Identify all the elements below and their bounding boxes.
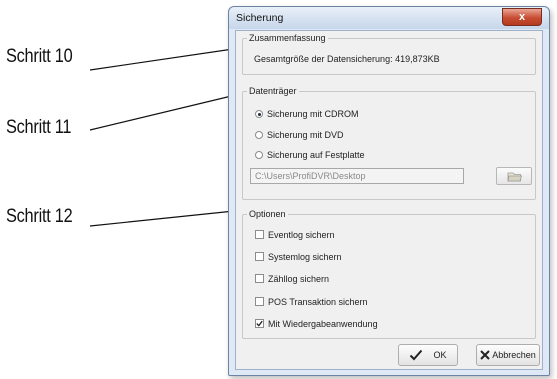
radio-cdrom[interactable] xyxy=(255,110,263,118)
dialog-content: Zusammenfassung Gesamtgröße der Datensic… xyxy=(235,30,543,370)
checkbox-pos-transaction[interactable] xyxy=(255,297,264,306)
browse-folder-button[interactable] xyxy=(496,167,532,185)
dialog-title: Sicherung xyxy=(236,12,284,24)
options-legend: Optionen xyxy=(249,209,286,219)
media-legend: Datenträger xyxy=(249,86,297,96)
ok-button[interactable]: OK xyxy=(398,344,458,366)
cancel-button-label: Abbrechen xyxy=(492,350,536,360)
title-bar: Sicherung x xyxy=(229,7,549,29)
callout-line-11 xyxy=(89,92,245,131)
radio-dvd[interactable] xyxy=(255,131,263,139)
checkbox-playback-app[interactable] xyxy=(255,319,264,328)
close-button[interactable]: x xyxy=(502,8,542,26)
checkbox-systemlog-label[interactable]: Systemlog sichern xyxy=(268,252,342,262)
cross-icon xyxy=(480,350,490,360)
checkbox-counterlog[interactable] xyxy=(255,274,264,283)
cancel-button[interactable]: Abbrechen xyxy=(476,344,540,366)
checkmark-icon xyxy=(256,320,263,327)
checkbox-eventlog[interactable] xyxy=(255,230,264,239)
backup-size-text: Gesamtgröße der Datensicherung: 419,873K… xyxy=(254,54,440,64)
radio-harddisk-label[interactable]: Sicherung auf Festplatte xyxy=(267,150,365,160)
close-icon: x xyxy=(518,11,526,23)
checkbox-eventlog-label[interactable]: Eventlog sichern xyxy=(268,230,335,240)
ok-button-label: OK xyxy=(433,350,447,360)
callout-line-10 xyxy=(89,47,241,71)
checkbox-counterlog-label[interactable]: Zähllog sichern xyxy=(268,274,329,284)
folder-icon xyxy=(507,172,523,182)
summary-legend: Zusammenfassung xyxy=(249,33,326,43)
callout-line-12 xyxy=(89,209,245,227)
backup-dialog: Sicherung x Zusammenfassung Gesamtgröße … xyxy=(228,6,550,376)
radio-harddisk[interactable] xyxy=(255,151,263,159)
radio-cdrom-label[interactable]: Sicherung mit CDROM xyxy=(267,109,359,119)
checkmark-icon xyxy=(410,349,423,361)
radio-dvd-label[interactable]: Sicherung mit DVD xyxy=(267,130,344,140)
backup-path-field[interactable] xyxy=(250,168,464,184)
checkbox-playback-app-label[interactable]: Mit Wiedergabeanwendung xyxy=(268,319,378,329)
checkbox-pos-transaction-label[interactable]: POS Transaktion sichern xyxy=(268,297,368,307)
checkbox-systemlog[interactable] xyxy=(255,252,264,261)
